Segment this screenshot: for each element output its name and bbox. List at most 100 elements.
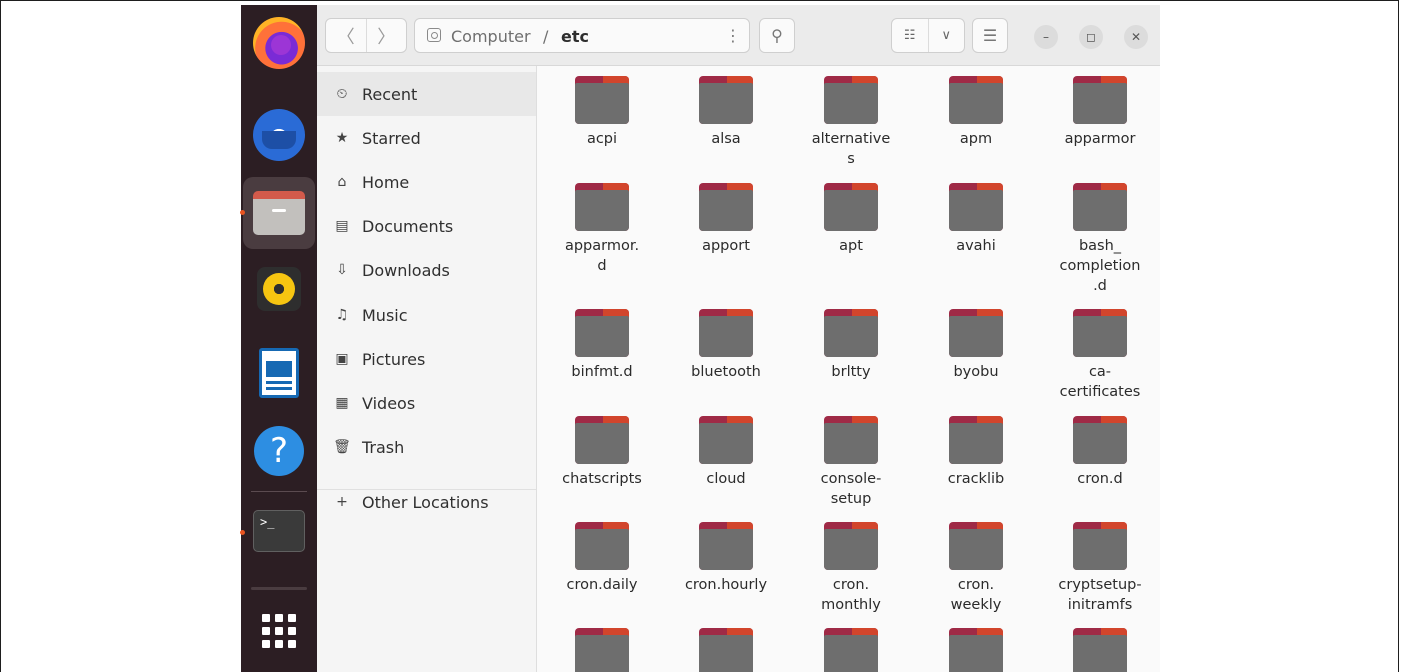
folder-item[interactable]: bash_ completion .d — [1045, 183, 1155, 296]
folder-name: acpi — [586, 131, 618, 147]
folder-item[interactable] — [671, 628, 781, 672]
folder-icon — [824, 628, 878, 672]
sidebar-item-home[interactable]: ⌂ Home — [317, 160, 536, 204]
folder-item[interactable]: cracklib — [921, 416, 1031, 489]
running-indicator — [240, 530, 245, 535]
folder-item[interactable]: chatscripts — [547, 416, 657, 489]
folder-item[interactable]: cron.hourly — [671, 522, 781, 595]
download-icon: ⇩ — [336, 262, 348, 278]
folder-item[interactable] — [1045, 628, 1155, 672]
folder-icon — [699, 522, 753, 570]
folder-item[interactable]: byobu — [921, 309, 1031, 382]
sidebar-item-documents[interactable]: ▤ Documents — [317, 204, 536, 248]
folder-item[interactable]: ca- certificates — [1045, 309, 1155, 402]
dock-rhythmbox[interactable] — [243, 253, 315, 325]
folder-icon — [575, 416, 629, 464]
sidebar-item-label: Other Locations — [362, 492, 489, 512]
dock-files[interactable] — [240, 177, 315, 249]
folder-item[interactable]: cron. monthly — [796, 522, 906, 615]
folder-icon — [1073, 522, 1127, 570]
sidebar-item-label: Trash — [362, 437, 405, 457]
dock-terminal[interactable]: >_ — [240, 495, 315, 567]
folder-item[interactable] — [796, 628, 906, 672]
search-button[interactable]: ⚲ — [759, 18, 795, 53]
folder-item[interactable]: cron.daily — [547, 522, 657, 595]
pictures-icon: ▣ — [335, 351, 349, 367]
hamburger-icon: ☰ — [982, 26, 998, 45]
dock-show-apps[interactable] — [243, 595, 315, 667]
folder-name: bluetooth — [691, 364, 761, 380]
path-bar[interactable]: Computer / etc — [414, 18, 750, 53]
forward-button[interactable]: 〉 — [365, 19, 407, 52]
folder-item[interactable]: apm — [921, 76, 1031, 149]
main-menu-button[interactable]: ☰ — [972, 18, 1008, 53]
folder-icon — [575, 76, 629, 124]
dock-firefox[interactable] — [243, 7, 315, 79]
folder-icon — [824, 183, 878, 231]
folder-item[interactable]: apport — [671, 183, 781, 256]
folder-icon — [1073, 76, 1127, 124]
app-grid-icon — [262, 614, 296, 648]
header-bar: 〈 〉 Computer / etc ⋮ ⚲ ☷ ∨ ☰ – ◻ ✕ — [317, 5, 1160, 66]
folder-name: avahi — [956, 238, 996, 254]
sidebar-item-other-locations[interactable]: + Other Locations — [317, 480, 536, 524]
folder-icon — [575, 628, 629, 672]
folder-item[interactable]: cron.d — [1045, 416, 1155, 489]
folder-item[interactable]: avahi — [921, 183, 1031, 256]
sidebar-item-pictures[interactable]: ▣ Pictures — [317, 337, 536, 381]
folder-icon — [949, 76, 1003, 124]
plus-icon: + — [336, 494, 348, 510]
folder-name: brltty — [831, 364, 871, 380]
folder-item[interactable]: alternative s — [796, 76, 906, 169]
maximize-button[interactable]: ◻ — [1079, 25, 1103, 49]
folder-item[interactable] — [547, 628, 657, 672]
folder-item[interactable]: acpi — [547, 76, 657, 149]
view-options-button[interactable]: ∨ — [927, 19, 965, 52]
sidebar-item-recent[interactable]: ⏲ Recent — [317, 72, 536, 116]
folder-item[interactable]: alsa — [671, 76, 781, 149]
rhythmbox-icon — [257, 267, 301, 311]
home-icon: ⌂ — [337, 174, 347, 190]
folder-item[interactable]: cryptsetup- initramfs — [1045, 522, 1155, 615]
path-segment-computer[interactable]: Computer — [451, 27, 531, 46]
close-button[interactable]: ✕ — [1124, 25, 1148, 49]
list-view-button[interactable]: ☷ — [892, 19, 928, 52]
folder-item[interactable]: console- setup — [796, 416, 906, 509]
folder-icon — [699, 628, 753, 672]
folder-item[interactable]: cron. weekly — [921, 522, 1031, 615]
sidebar-item-starred[interactable]: ★ Starred — [317, 116, 536, 160]
folder-item[interactable]: bluetooth — [671, 309, 781, 382]
sidebar-item-music[interactable]: ♫ Music — [317, 293, 536, 337]
path-menu-button[interactable]: ⋮ — [717, 18, 749, 53]
dock-help[interactable]: ? — [243, 415, 315, 487]
folder-name: apparmor. d — [564, 238, 640, 274]
view-buttons: ☷ ∨ — [891, 18, 965, 53]
sidebar-item-trash[interactable]: 🗑 Trash — [317, 425, 536, 469]
folder-item[interactable] — [921, 628, 1031, 672]
folder-icon — [575, 522, 629, 570]
folder-item[interactable]: binfmt.d — [547, 309, 657, 382]
dock-separator — [251, 491, 307, 492]
folder-name: alternative s — [811, 131, 891, 167]
trash-icon: 🗑 — [333, 439, 351, 455]
folder-name: cron.d — [1077, 471, 1123, 487]
terminal-icon: >_ — [253, 510, 305, 552]
back-button[interactable]: 〈 — [326, 19, 366, 52]
folder-item[interactable]: apparmor — [1045, 76, 1155, 149]
path-segment-current[interactable]: etc — [561, 27, 589, 46]
folder-item[interactable]: apt — [796, 183, 906, 256]
folder-grid: acpi alsa alternative s apm apparmor app… — [538, 66, 1160, 672]
folder-item[interactable]: brltty — [796, 309, 906, 382]
minimize-button[interactable]: – — [1034, 25, 1058, 49]
sidebar-item-videos[interactable]: ▦ Videos — [317, 381, 536, 425]
folder-name: binfmt.d — [571, 364, 633, 380]
sidebar-item-label: Starred — [362, 128, 421, 148]
folder-item[interactable]: apparmor. d — [547, 183, 657, 276]
folder-item[interactable]: cloud — [671, 416, 781, 489]
folder-icon — [699, 416, 753, 464]
sidebar-item-label: Documents — [362, 216, 454, 236]
sidebar-item-downloads[interactable]: ⇩ Downloads — [317, 248, 536, 292]
dock-thunderbird[interactable] — [243, 99, 315, 171]
dock-writer[interactable] — [243, 337, 315, 409]
search-icon: ⚲ — [771, 26, 783, 45]
